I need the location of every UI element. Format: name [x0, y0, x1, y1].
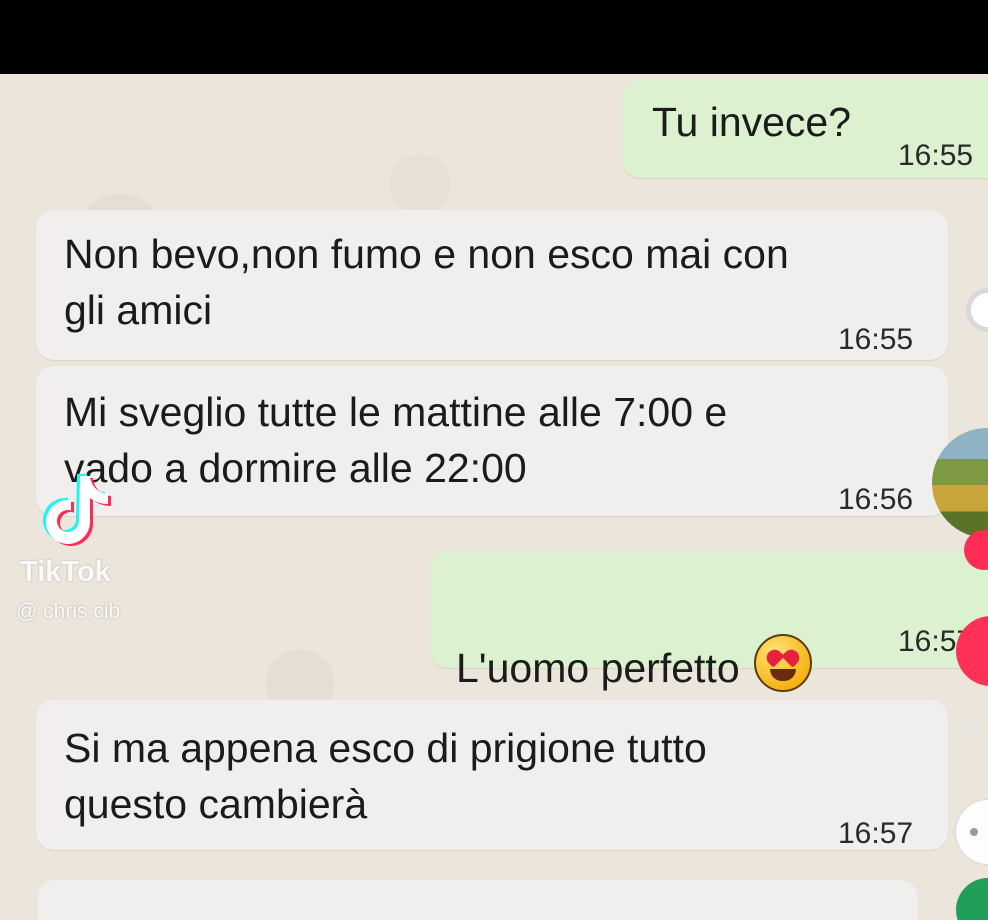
- message-time: 16:55: [898, 139, 974, 172]
- message-text-wrapper: L'uomo perfetto: [456, 578, 812, 696]
- tiktok-watermark-brand: TikTok: [20, 556, 111, 588]
- tiktok-watermark-username: @ chris.cib: [16, 600, 121, 623]
- message-text: Mi sveglio tutte le mattine alle 7:00 e …: [64, 389, 728, 491]
- tiktok-logo-icon: [43, 474, 111, 546]
- message-time: 16:56: [838, 483, 914, 516]
- message-bubble-outgoing[interactable]: Tu invece? 16:55: [622, 80, 988, 178]
- top-black-bar: [0, 0, 988, 74]
- message-text: Si ma appena esco di prigione tutto ques…: [64, 725, 707, 827]
- message-bubble-outgoing[interactable]: L'uomo perfetto 16:57: [430, 552, 988, 692]
- heart-eyes-emoji-icon: [753, 634, 812, 692]
- message-text: Non bevo,non fumo e non esco mai con gli…: [64, 231, 789, 333]
- message-time: 16:57: [838, 817, 914, 850]
- message-bubble-partial[interactable]: [38, 880, 918, 920]
- message-bubble-incoming[interactable]: Mi sveglio tutte le mattine alle 7:00 e …: [36, 366, 948, 516]
- message-bubble-incoming[interactable]: Non bevo,non fumo e non esco mai con gli…: [36, 210, 948, 360]
- message-text: L'uomo perfetto: [456, 645, 740, 691]
- like-count: 5: [966, 716, 980, 743]
- message-bubble-incoming[interactable]: Si ma appena esco di prigione tutto ques…: [36, 700, 948, 850]
- chat-screen: Tu invece? 16:55 Non bevo,non fumo e non…: [0, 0, 988, 920]
- message-time: 16:55: [838, 323, 914, 356]
- message-text: Tu invece?: [652, 99, 852, 145]
